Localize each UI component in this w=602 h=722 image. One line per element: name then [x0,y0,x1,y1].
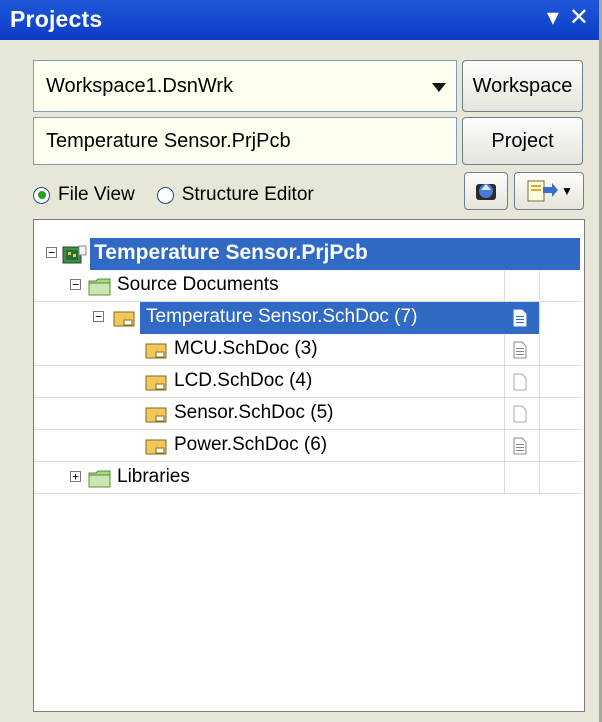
schematic-sheet-icon [145,439,167,455]
tree-row-lcd-schdoc[interactable]: LCD.SchDoc (4) [34,366,582,398]
tree-item-label[interactable]: Sensor.SchDoc (5) [174,402,333,424]
compile-icon [476,184,496,200]
radio-file-view[interactable] [33,186,50,204]
schematic-sheet-icon [145,407,167,423]
split-chevron-down-icon[interactable]: ▼ [561,184,573,198]
tree-item-label[interactable]: Power.SchDoc (6) [174,434,327,456]
panel-title: Projects [10,6,103,32]
lined-doc-icon [513,437,527,455]
schematic-sheet-icon [145,375,167,391]
tree-row-libraries[interactable]: + Libraries [34,462,582,494]
source-documents-label[interactable]: Source Documents [117,274,279,296]
lined-doc-icon [513,341,527,359]
pin-dropdown-icon[interactable]: ▾ [547,3,559,32]
options-icon [527,180,559,202]
pcb-project-icon [62,245,87,264]
radio-structure-editor-label[interactable]: Structure Editor [182,184,314,206]
workspace-select-value: Workspace1.DsnWrk [46,74,234,97]
tree-row-temperature-sensor-schdoc[interactable]: − Temperature Sensor.SchDoc (7) [34,302,582,334]
workspace-select[interactable]: Workspace1.DsnWrk [33,60,457,112]
tree-row-root[interactable]: − Temperature Sensor.PrjPcb [34,238,582,270]
lined-doc-icon [513,309,527,327]
project-button[interactable]: Project [462,117,583,165]
collapse-icon[interactable]: − [70,279,81,290]
project-options-button[interactable]: ▼ [514,172,584,210]
tree-row-mcu-schdoc[interactable]: MCU.SchDoc (3) [34,334,582,366]
collapse-icon[interactable]: − [93,311,104,322]
tree-item-label[interactable]: Temperature Sensor.SchDoc (7) [146,306,417,328]
tree-item-label[interactable]: LCD.SchDoc (4) [174,370,312,392]
tree-row-source-documents[interactable]: − Source Documents [34,270,582,302]
project-tree[interactable]: − Temperature Sensor.PrjPcb − Source Doc… [33,219,585,712]
folder-icon [88,470,111,488]
chevron-down-icon[interactable] [432,83,446,92]
blank-doc-icon [513,405,527,423]
schematic-sheet-icon [113,311,135,327]
tree-row-power-schdoc[interactable]: Power.SchDoc (6) [34,430,582,462]
workspace-button[interactable]: Workspace [462,60,583,112]
tree-row-sensor-schdoc[interactable]: Sensor.SchDoc (5) [34,398,582,430]
blank-doc-icon [513,373,527,391]
close-icon[interactable]: ✕ [569,3,589,32]
tree-item-label[interactable]: MCU.SchDoc (3) [174,338,318,360]
radio-structure-editor[interactable] [156,186,174,204]
folder-icon [88,278,111,296]
expand-icon[interactable]: + [70,471,81,482]
project-field-value: Temperature Sensor.PrjPcb [46,129,291,152]
libraries-label[interactable]: Libraries [117,466,190,488]
radio-file-view-label[interactable]: File View [58,184,135,206]
root-project-label[interactable]: Temperature Sensor.PrjPcb [94,241,368,265]
projects-panel: Projects ▾ ✕ Workspace1.DsnWrk Workspace… [0,0,602,722]
collapse-icon[interactable]: − [46,247,57,258]
schematic-sheet-icon [145,343,167,359]
panel-titlebar[interactable]: Projects ▾ ✕ [0,0,599,40]
compile-button[interactable] [464,172,508,210]
project-field[interactable]: Temperature Sensor.PrjPcb [33,117,457,165]
